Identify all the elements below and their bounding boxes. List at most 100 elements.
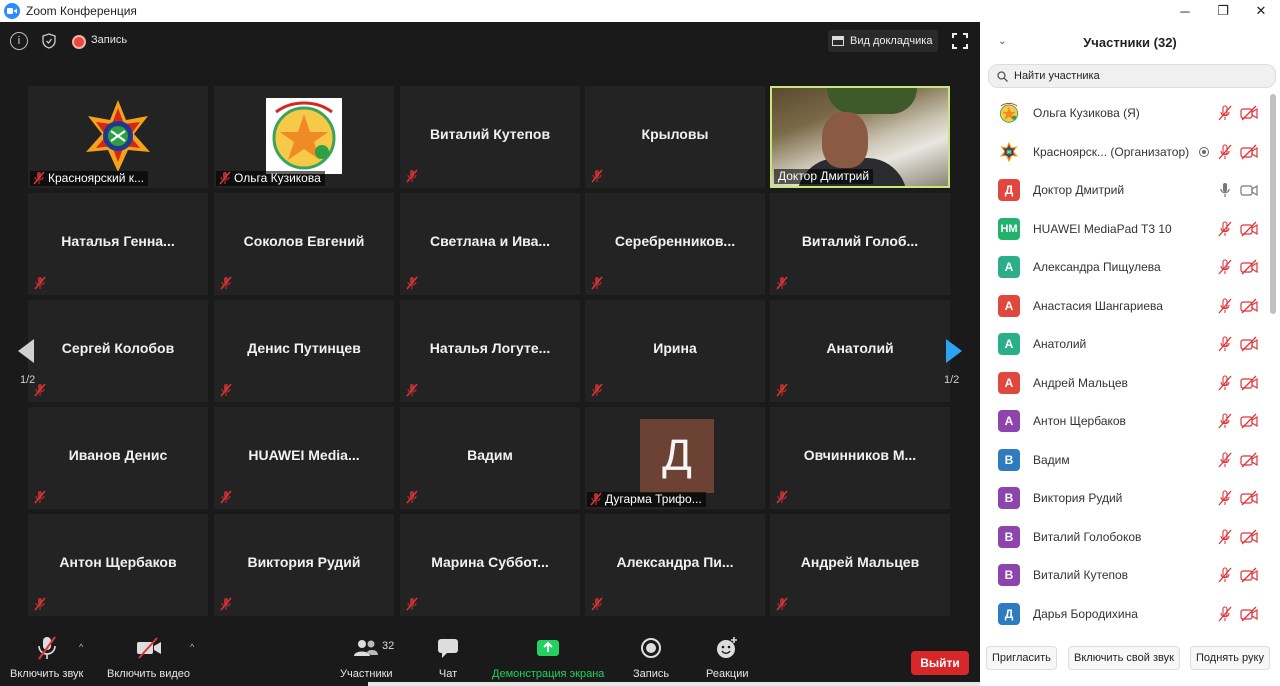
participant-tile-name: Светлана и Ива... xyxy=(429,233,551,249)
participant-tile[interactable]: Светлана и Ива... xyxy=(400,193,580,295)
participant-tile[interactable]: Сергей Колобов xyxy=(28,300,208,402)
start-video-label: Включить видео xyxy=(107,668,191,680)
muted-mic-icon xyxy=(34,383,46,397)
participant-tile[interactable]: Вадим xyxy=(400,407,580,509)
participant-tile[interactable]: Наталья Логуте... xyxy=(400,300,580,402)
participant-tile[interactable]: Соколов Евгений xyxy=(214,193,394,295)
participants-list-scrollbar[interactable] xyxy=(1270,94,1276,314)
leave-meeting-button[interactable]: Выйти xyxy=(911,651,969,675)
participant-tile[interactable]: Виктория Рудий xyxy=(214,514,394,616)
previous-page-arrow-icon[interactable] xyxy=(18,339,34,363)
participant-name: Красноярск... (Организатор) xyxy=(1033,144,1190,159)
participant-avatar: А xyxy=(998,333,1020,355)
muted-mic-icon xyxy=(591,169,603,183)
participant-avatar: В xyxy=(998,487,1020,509)
participant-tile[interactable]: Виталий Кутепов xyxy=(400,86,580,188)
participant-tile[interactable]: HUAWEI Media... xyxy=(214,407,394,509)
participant-tile[interactable]: Александра Пи... xyxy=(585,514,765,616)
chat-button[interactable]: Чат xyxy=(437,634,459,680)
close-button[interactable]: ✕ xyxy=(1242,0,1280,22)
share-screen-button[interactable]: Демонстрация экрана xyxy=(492,634,604,680)
participant-tile[interactable]: Виталий Голоб... xyxy=(770,193,950,295)
participant-tile[interactable]: Ольга Кузикова xyxy=(214,86,394,188)
camera-off-icon xyxy=(1240,221,1258,237)
participant-list-item[interactable]: В Вадим xyxy=(980,441,1270,479)
participant-tile[interactable]: Ирина xyxy=(585,300,765,402)
maximize-button[interactable]: ❐ xyxy=(1204,0,1242,22)
participants-panel-title: Участники (32) xyxy=(1083,35,1177,50)
participant-tile-name: Александра Пи... xyxy=(616,554,734,570)
participant-list-item[interactable]: А Александра Пищулева xyxy=(980,248,1270,286)
participants-panel: ⌄ Участники (32) Ольга Кузикова (Я) Красн… xyxy=(980,22,1280,686)
participant-tile[interactable]: Крыловы xyxy=(585,86,765,188)
participant-name: HUAWEI MediaPad T3 10 xyxy=(1033,221,1172,236)
participant-tile[interactable]: Овчинников М... xyxy=(770,407,950,509)
muted-mic-icon xyxy=(34,597,46,611)
security-shield-icon[interactable] xyxy=(40,32,58,50)
participant-tile[interactable]: Наталья Генна... xyxy=(28,193,208,295)
participant-list-item[interactable]: HM HUAWEI MediaPad T3 10 xyxy=(980,210,1270,248)
participant-tile-name: Анатолий xyxy=(826,340,894,356)
camera-off-icon xyxy=(1240,375,1258,391)
meeting-info-icon[interactable]: i xyxy=(10,32,28,50)
participant-avatar: А xyxy=(998,410,1020,432)
participant-tile[interactable]: Доктор Дмитрий xyxy=(770,86,950,188)
participant-tile-name: Сергей Колобов xyxy=(61,340,175,356)
meeting-toolbar: Включить звук ^ Включить видео ^ Участни… xyxy=(0,628,980,686)
muted-mic-icon xyxy=(590,492,602,506)
speaker-view-button[interactable]: Вид докладчика xyxy=(828,30,939,52)
participant-list-item[interactable]: Красноярск... (Организатор) xyxy=(980,133,1270,171)
next-page-arrow-icon[interactable] xyxy=(946,339,962,363)
raise-hand-button[interactable]: Поднять руку xyxy=(1190,646,1270,670)
unmute-button[interactable]: Включить звук xyxy=(10,634,83,680)
participant-tile-name: Андрей Мальцев xyxy=(800,554,920,570)
participant-list-item[interactable]: Д Доктор Дмитрий xyxy=(980,171,1270,209)
camera-off-icon xyxy=(1240,567,1258,583)
participant-tile[interactable]: Антон Щербаков xyxy=(28,514,208,616)
fullscreen-icon[interactable] xyxy=(952,33,968,49)
muted-mic-icon xyxy=(34,490,46,504)
participant-list-item[interactable]: В Виталий Голобоков xyxy=(980,518,1270,556)
participant-list-item[interactable]: В Виктория Рудий xyxy=(980,479,1270,517)
start-video-button[interactable]: Включить видео xyxy=(107,634,190,680)
participant-search-input[interactable] xyxy=(1014,70,1254,82)
participant-avatar: А xyxy=(998,371,1020,394)
record-label: Запись xyxy=(633,668,670,680)
mic-muted-icon xyxy=(1218,567,1232,583)
participant-list-item[interactable]: А Анастасия Шангариева xyxy=(980,287,1270,325)
mic-muted-icon xyxy=(1218,336,1232,352)
participant-list-item[interactable]: А Антон Щербаков xyxy=(980,402,1270,440)
record-button[interactable]: Запись xyxy=(633,634,669,680)
participant-tile-caption: Красноярский к... xyxy=(30,171,149,186)
participant-tile-name: Виталий Кутепов xyxy=(429,126,551,142)
participant-list-item[interactable]: А Анатолий xyxy=(980,325,1270,363)
participant-tile[interactable]: Серебренников... xyxy=(585,193,765,295)
participant-tile-name: Серебренников... xyxy=(614,233,736,249)
camera-off-icon xyxy=(1240,105,1258,121)
participant-tile[interactable]: Денис Путинцев xyxy=(214,300,394,402)
chat-label: Чат xyxy=(438,668,458,680)
video-options-caret-icon[interactable]: ^ xyxy=(190,642,194,652)
reactions-button[interactable]: Реакции xyxy=(706,634,749,680)
participant-list-item[interactable]: Д Дарья Бородихина xyxy=(980,595,1270,629)
audio-options-caret-icon[interactable]: ^ xyxy=(79,642,83,652)
participant-tile[interactable]: Марина Суббот... xyxy=(400,514,580,616)
participant-avatar: А xyxy=(998,256,1020,278)
participant-tile[interactable]: Андрей Мальцев xyxy=(770,514,950,616)
participant-name: Ольга Кузикова (Я) xyxy=(1033,106,1140,120)
participant-list-item[interactable]: Ольга Кузикова (Я) xyxy=(980,94,1270,132)
participant-tile[interactable]: Анатолий xyxy=(770,300,950,402)
participant-tile[interactable]: Красноярский к... xyxy=(28,86,208,188)
invite-button[interactable]: Пригласить xyxy=(986,646,1057,670)
participant-list-item[interactable]: В Виталий Кутепов xyxy=(980,556,1270,594)
camera-off-icon xyxy=(1240,259,1258,275)
participant-list-item[interactable]: А Андрей Мальцев xyxy=(980,364,1270,402)
participant-search-box[interactable] xyxy=(988,64,1276,88)
minimize-button[interactable]: ─ xyxy=(1166,0,1204,22)
participant-tile[interactable]: Иванов Денис xyxy=(28,407,208,509)
mic-muted-icon xyxy=(1218,528,1232,545)
unmute-self-button[interactable]: Включить свой звук xyxy=(1068,646,1180,670)
participant-tile-name: Антон Щербаков xyxy=(59,554,177,570)
participants-panel-footer: Пригласить Включить свой звук Поднять ру… xyxy=(980,646,1280,672)
participant-tile[interactable]: Д Дугарма Трифо... xyxy=(585,407,765,509)
